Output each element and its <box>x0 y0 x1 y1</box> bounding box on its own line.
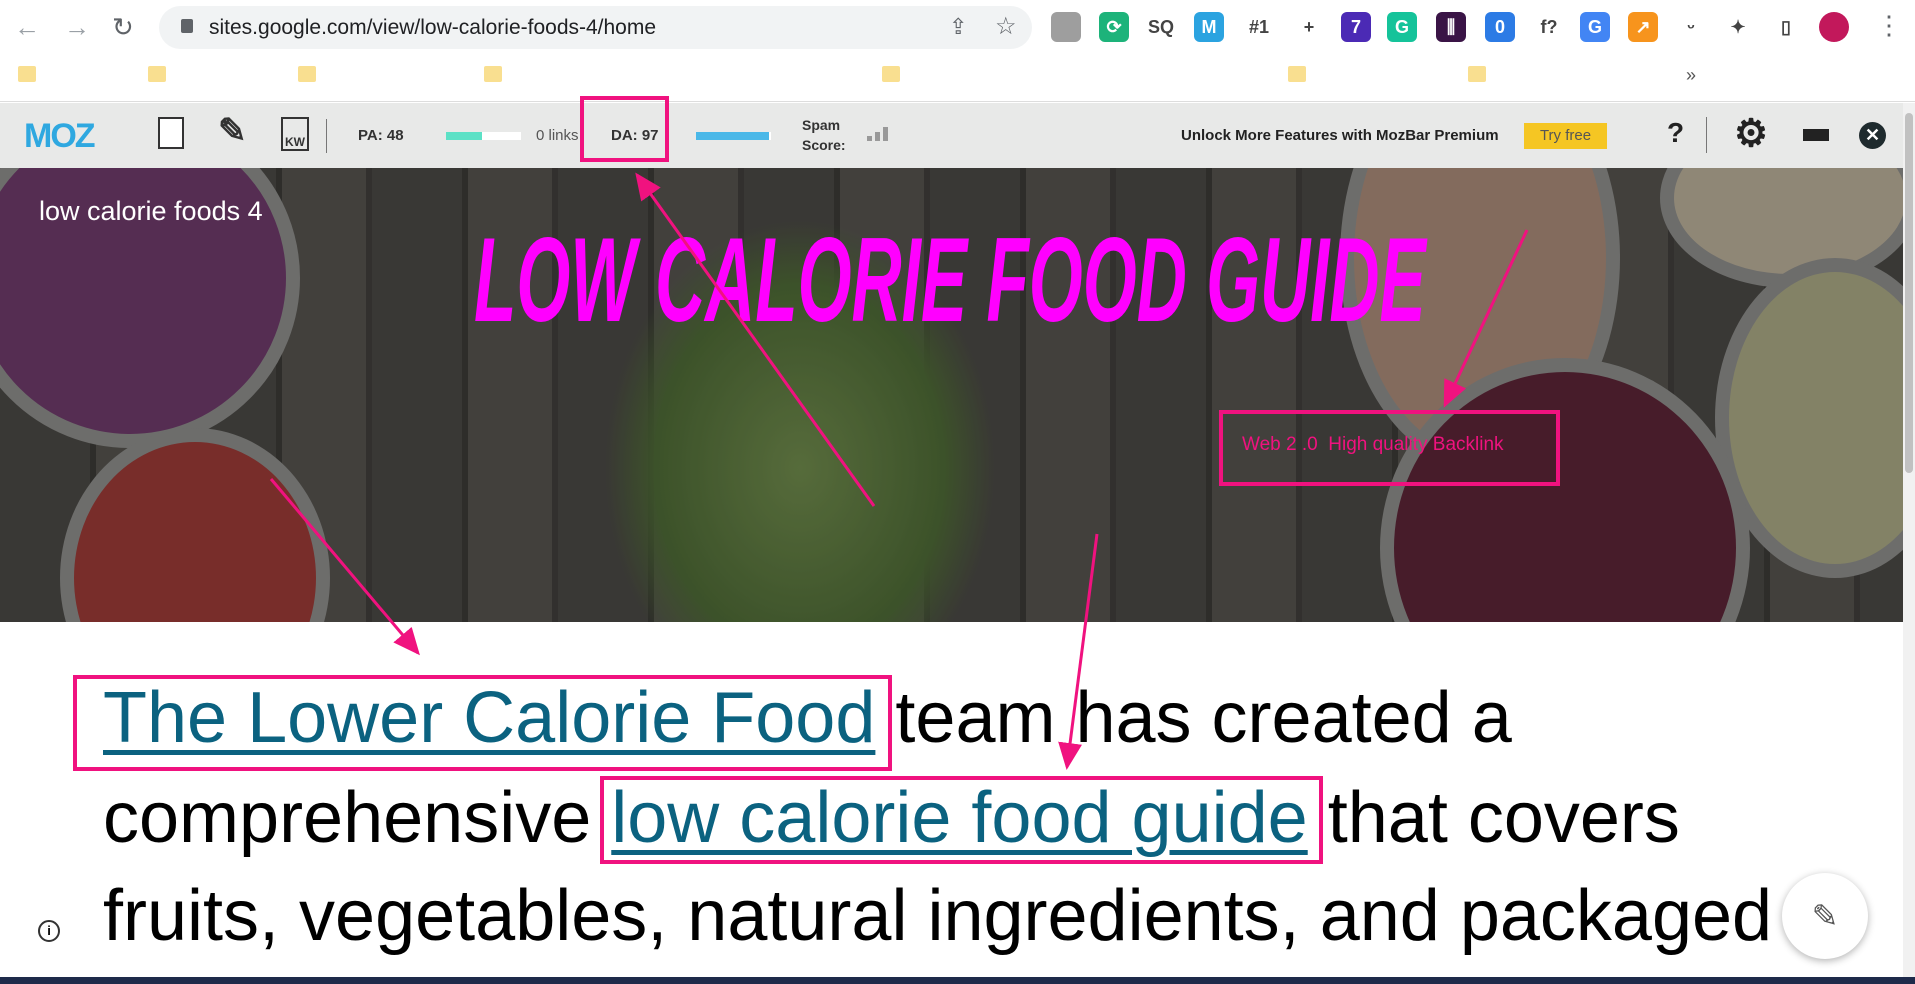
edit-fab-pencil-icon[interactable]: ✎ <box>1782 873 1868 959</box>
arrow-to-da <box>635 172 876 507</box>
arrow-to-link-1 <box>269 478 420 656</box>
arrow-to-link-2 <box>1058 533 1099 770</box>
scrollbar-thumb[interactable] <box>1905 113 1913 473</box>
info-icon[interactable]: i <box>38 920 60 942</box>
annotation-arrows <box>269 172 1529 770</box>
taskbar-edge <box>0 977 1915 984</box>
arrow-to-annotation <box>1443 229 1529 408</box>
scrollbar[interactable] <box>1903 103 1915 977</box>
